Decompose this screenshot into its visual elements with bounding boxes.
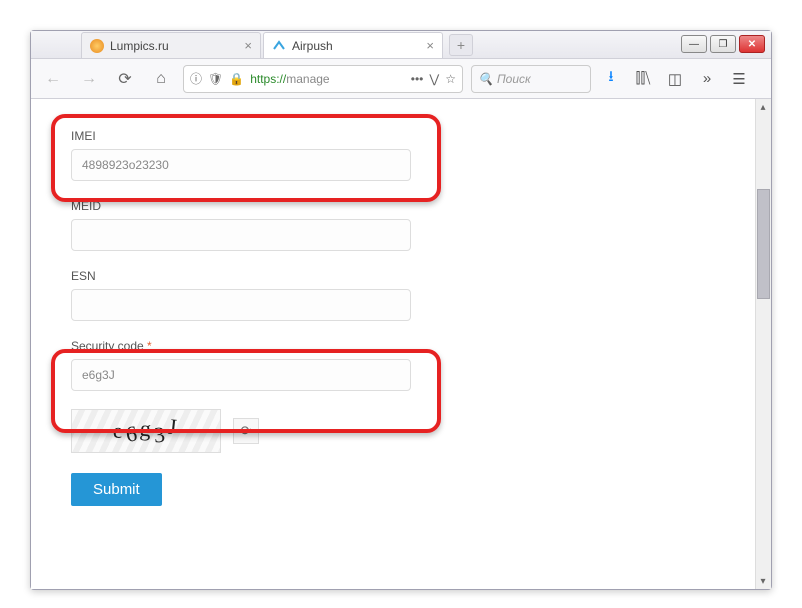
captcha-row: e6g3J ⟳: [71, 409, 691, 453]
library-icon[interactable]: ⫿⫿⧹: [631, 70, 655, 87]
reload-button[interactable]: ⟳: [111, 65, 139, 93]
titlebar: Lumpics.ru × Airpush × + — ❐ ✕: [31, 31, 771, 59]
forward-button[interactable]: →: [75, 65, 103, 93]
window-close-button[interactable]: ✕: [739, 35, 765, 53]
captcha-reload-button[interactable]: ⟳: [233, 418, 259, 444]
lock-icon: 🔒: [229, 72, 244, 86]
imei-label: IMEI: [71, 129, 691, 143]
vertical-scrollbar[interactable]: ▴ ▾: [755, 99, 771, 589]
page-viewport: IMEI MEID ESN Security code * e6g3J: [31, 99, 771, 589]
security-input[interactable]: [71, 359, 411, 391]
meid-label: MEID: [71, 199, 691, 213]
new-tab-button[interactable]: +: [449, 34, 473, 56]
sidebar-icon[interactable]: ◫: [663, 70, 687, 88]
url-text: https://manage: [250, 72, 405, 86]
home-button[interactable]: ⌂: [147, 65, 175, 93]
search-placeholder: Поиск: [497, 72, 531, 86]
scrollbar-thumb[interactable]: [757, 189, 770, 299]
tab-strip: Lumpics.ru × Airpush × +: [81, 30, 473, 58]
tab-title: Lumpics.ru: [110, 39, 169, 53]
back-button[interactable]: ←: [39, 65, 67, 93]
esn-input[interactable]: [71, 289, 411, 321]
search-icon: 🔍: [478, 72, 493, 86]
imei-group: IMEI: [71, 129, 691, 181]
info-icon[interactable]: ⓘ: [190, 70, 202, 87]
submit-button[interactable]: Submit: [71, 473, 162, 506]
tab-favicon: [90, 39, 104, 53]
close-icon[interactable]: ×: [244, 38, 252, 53]
scroll-down-icon[interactable]: ▾: [755, 573, 771, 589]
download-icon[interactable]: ⭳: [599, 66, 623, 91]
scroll-up-icon[interactable]: ▴: [755, 99, 771, 115]
toolbar: ← → ⟳ ⌂ ⓘ 🛡 🔒 https://manage ••• ⋁ ☆ 🔍 П…: [31, 59, 771, 99]
tab-favicon: [272, 39, 286, 53]
url-bar[interactable]: ⓘ 🛡 🔒 https://manage ••• ⋁ ☆: [183, 65, 463, 93]
esn-label: ESN: [71, 269, 691, 283]
overflow-icon[interactable]: »: [695, 70, 719, 87]
maximize-button[interactable]: ❐: [710, 35, 736, 53]
tab-title: Airpush: [292, 39, 333, 53]
star-icon[interactable]: ☆: [445, 72, 456, 86]
imei-input[interactable]: [71, 149, 411, 181]
meid-input[interactable]: [71, 219, 411, 251]
meid-group: MEID: [71, 199, 691, 251]
pocket-icon[interactable]: ⋁: [429, 72, 439, 86]
search-bar[interactable]: 🔍 Поиск: [471, 65, 591, 93]
security-label: Security code *: [71, 339, 691, 353]
close-icon[interactable]: ×: [426, 38, 434, 53]
captcha-image: e6g3J: [71, 409, 221, 453]
security-group: Security code *: [71, 339, 691, 391]
window-controls: — ❐ ✕: [681, 35, 765, 53]
form-page: IMEI MEID ESN Security code * e6g3J: [31, 99, 731, 536]
tab-lumpics[interactable]: Lumpics.ru ×: [81, 32, 261, 58]
more-icon[interactable]: •••: [411, 72, 424, 86]
browser-window: Lumpics.ru × Airpush × + — ❐ ✕ ← → ⟳ ⌂ ⓘ…: [30, 30, 772, 590]
tab-airpush[interactable]: Airpush ×: [263, 32, 443, 58]
shield-icon[interactable]: 🛡: [208, 72, 223, 86]
esn-group: ESN: [71, 269, 691, 321]
minimize-button[interactable]: —: [681, 35, 707, 53]
menu-icon[interactable]: ☰: [727, 70, 751, 88]
